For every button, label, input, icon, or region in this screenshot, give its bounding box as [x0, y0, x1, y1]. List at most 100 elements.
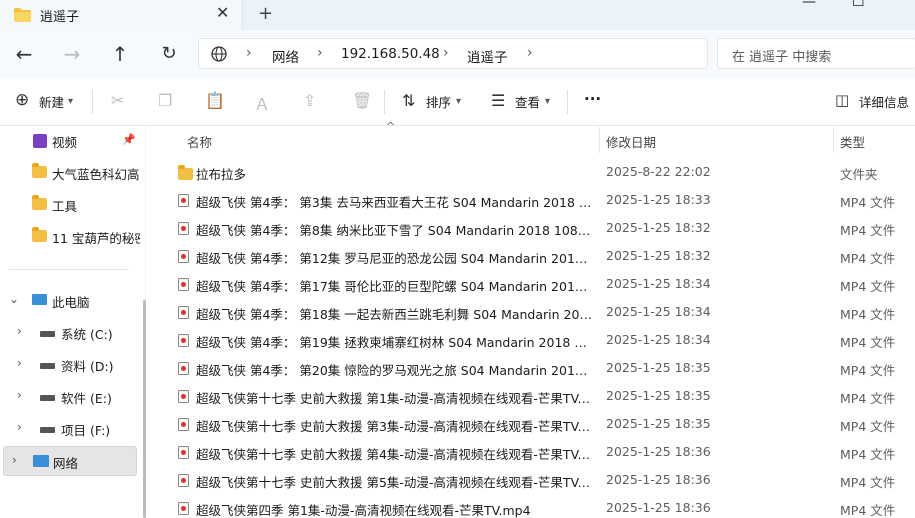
- divider: [384, 90, 385, 114]
- sidebar-item-folder[interactable]: 11 宝葫芦的秘密: [0, 222, 140, 252]
- new-button[interactable]: 新建: [39, 92, 64, 111]
- sidebar-item-label: 系统 (C:): [61, 327, 113, 342]
- column-header-name[interactable]: 名称: [187, 132, 212, 151]
- file-name: 超级飞侠 第4季： 第8集 纳米比亚下雪了 S04 Mandarin 2018 …: [196, 223, 592, 238]
- sidebar-item-drive-f[interactable]: › 项目 (F:): [0, 414, 140, 444]
- delete-icon[interactable]: 🗑: [352, 91, 372, 110]
- refresh-button[interactable]: ↻: [155, 40, 183, 68]
- sidebar-item-drive-c[interactable]: › 系统 (C:): [0, 318, 140, 348]
- sort-icon: ⇅: [402, 91, 416, 110]
- file-name: 超级飞侠第十七季 史前大救援 第4集-动漫-高清视频在线观看-芒果TV.mp4: [196, 447, 592, 462]
- sidebar-item-label: 软件 (E:): [61, 391, 112, 406]
- file-row[interactable]: 超级飞侠 第4季： 第12集 罗马尼亚的恐龙公园 S04 Mandarin 20…: [146, 242, 915, 270]
- file-date: 2025-1-25 18:34: [606, 304, 711, 319]
- rename-icon[interactable]: Ａ: [254, 91, 270, 115]
- file-date: 2025-1-25 18:35: [606, 388, 711, 403]
- breadcrumb-folder[interactable]: 逍遥子: [467, 46, 508, 66]
- file-type: 文件夹: [840, 167, 878, 182]
- video-file-icon: [178, 306, 189, 319]
- tab-active[interactable]: 逍遥子 ✕: [0, 0, 243, 30]
- minimize-button[interactable]: —: [802, 0, 816, 10]
- file-name: 超级飞侠 第4季： 第18集 一起去新西兰跳毛利舞 S04 Mandarin 2…: [196, 307, 592, 322]
- view-button[interactable]: 查看: [515, 92, 540, 111]
- file-name: 超级飞侠 第4季： 第3集 去马来西亚看大王花 S04 Mandarin 201…: [196, 195, 592, 210]
- up-button[interactable]: ↑: [106, 40, 134, 68]
- video-file-icon: [178, 446, 189, 459]
- file-row[interactable]: 超级飞侠 第4季： 第3集 去马来西亚看大王花 S04 Mandarin 201…: [146, 186, 915, 214]
- folder-icon: [32, 163, 47, 178]
- paste-icon[interactable]: 📋: [205, 91, 225, 110]
- file-date: 2025-8-22 22:02: [606, 164, 711, 179]
- file-row[interactable]: 超级飞侠第四季 第1集-动漫-高清视频在线观看-芒果TV.mp4 2025-1-2…: [146, 494, 915, 518]
- file-name: 超级飞侠第十七季 史前大救援 第3集-动漫-高清视频在线观看-芒果TV.mp4: [196, 419, 592, 434]
- back-button[interactable]: ←: [10, 40, 38, 68]
- file-row[interactable]: 超级飞侠 第4季： 第19集 拯救柬埔寨红树林 S04 Mandarin 201…: [146, 326, 915, 354]
- breadcrumb-network[interactable]: 网络: [272, 46, 299, 66]
- file-name: 超级飞侠 第4季： 第12集 罗马尼亚的恐龙公园 S04 Mandarin 20…: [196, 251, 592, 266]
- video-file-icon: [178, 278, 189, 291]
- share-icon[interactable]: ⇪: [303, 91, 316, 110]
- file-date: 2025-1-25 18:36: [606, 472, 711, 487]
- breadcrumb-host[interactable]: 192.168.50.48: [341, 46, 440, 62]
- file-date: 2025-1-25 18:32: [606, 248, 711, 263]
- divider: [92, 90, 93, 114]
- file-type: MP4 文件: [840, 391, 896, 406]
- column-divider[interactable]: [833, 127, 834, 153]
- more-options-button[interactable]: ···: [584, 90, 601, 108]
- copy-icon[interactable]: ❐: [158, 91, 172, 110]
- file-row[interactable]: 超级飞侠第十七季 史前大救援 第1集-动漫-高清视频在线观看-芒果TV.mp4 2…: [146, 382, 915, 410]
- cut-icon[interactable]: ✂: [111, 91, 124, 110]
- video-file-icon: [178, 418, 189, 431]
- chevron-down-icon: ▾: [68, 96, 74, 107]
- chevron-right-icon: ›: [527, 45, 533, 61]
- sidebar-item-folder[interactable]: 大气蓝色科幻高: [0, 158, 140, 188]
- video-file-icon: [178, 474, 189, 487]
- column-header-type[interactable]: 类型: [840, 132, 865, 151]
- chevron-right-icon: ›: [12, 453, 17, 467]
- file-type: MP4 文件: [840, 279, 896, 294]
- drive-icon: [40, 331, 55, 337]
- forward-button[interactable]: →: [58, 40, 86, 68]
- file-row[interactable]: 超级飞侠第十七季 史前大救援 第3集-动漫-高清视频在线观看-芒果TV.mp4 2…: [146, 410, 915, 438]
- sort-button[interactable]: 排序: [426, 92, 451, 111]
- file-date: 2025-1-25 18:34: [606, 332, 711, 347]
- file-row[interactable]: 超级飞侠 第4季： 第18集 一起去新西兰跳毛利舞 S04 Mandarin 2…: [146, 298, 915, 326]
- file-row[interactable]: 超级飞侠第十七季 史前大救援 第4集-动漫-高清视频在线观看-芒果TV.mp4 2…: [146, 438, 915, 466]
- sort-up-icon: ^: [386, 120, 396, 133]
- file-row[interactable]: 超级飞侠第十七季 史前大救援 第5集-动漫-高清视频在线观看-芒果TV.mp4 2…: [146, 466, 915, 494]
- tab-close-icon[interactable]: ✕: [216, 3, 229, 22]
- search-box[interactable]: 在 逍遥子 中搜索: [717, 38, 915, 69]
- sidebar-item-network[interactable]: › 网络: [3, 446, 137, 476]
- sidebar-item-label: 项目 (F:): [61, 423, 111, 438]
- view-icon: ☰: [491, 91, 506, 110]
- file-row[interactable]: 超级飞侠 第4季： 第17集 哥伦比亚的巨型陀螺 S04 Mandarin 20…: [146, 270, 915, 298]
- sidebar-item-drive-d[interactable]: › 资料 (D:): [0, 350, 140, 380]
- file-name: 超级飞侠第十七季 史前大救援 第5集-动漫-高清视频在线观看-芒果TV.mp4: [196, 475, 592, 490]
- search-input[interactable]: 在 逍遥子 中搜索: [732, 46, 831, 65]
- file-date: 2025-1-25 18:32: [606, 220, 711, 235]
- file-row[interactable]: 超级飞侠 第4季： 第20集 惊险的罗马观光之旅 S04 Mandarin 20…: [146, 354, 915, 382]
- navigation-bar: ← → ↑ ↻ › 网络 › 192.168.50.48 › 逍遥子 › 在 逍…: [0, 30, 915, 78]
- sidebar-item-drive-e[interactable]: › 软件 (E:): [0, 382, 140, 412]
- column-header-date[interactable]: 修改日期: [606, 132, 656, 151]
- chevron-down-icon: ▾: [456, 96, 462, 107]
- file-type: MP4 文件: [840, 447, 896, 462]
- tab-strip: 逍遥子 ✕ + — ☐: [0, 0, 915, 30]
- file-date: 2025-1-25 18:33: [606, 192, 711, 207]
- details-button[interactable]: 详细信息: [859, 92, 909, 111]
- address-bar[interactable]: › 网络 › 192.168.50.48 › 逍遥子 ›: [198, 38, 708, 69]
- sidebar-item-label: 大气蓝色科幻高: [52, 167, 140, 182]
- sidebar-item-folder[interactable]: 工具: [0, 190, 140, 220]
- file-date: 2025-1-25 18:35: [606, 416, 711, 431]
- column-divider[interactable]: [599, 127, 600, 153]
- maximize-button[interactable]: ☐: [852, 0, 865, 10]
- new-tab-button[interactable]: +: [258, 3, 273, 24]
- sidebar-item-this-pc[interactable]: ⌄ 此电脑: [0, 286, 140, 316]
- sidebar-item-label: 资料 (D:): [61, 359, 114, 374]
- sidebar-item-videos[interactable]: 视频 📌: [0, 126, 140, 156]
- file-row[interactable]: 超级飞侠 第4季： 第8集 纳米比亚下雪了 S04 Mandarin 2018 …: [146, 214, 915, 242]
- file-row[interactable]: 拉布拉多 2025-8-22 22:02 文件夹: [146, 158, 915, 186]
- chevron-right-icon: ›: [443, 45, 449, 61]
- file-name: 超级飞侠第十七季 史前大救援 第1集-动漫-高清视频在线观看-芒果TV.mp4: [196, 391, 592, 406]
- tab-title: 逍遥子: [40, 10, 80, 25]
